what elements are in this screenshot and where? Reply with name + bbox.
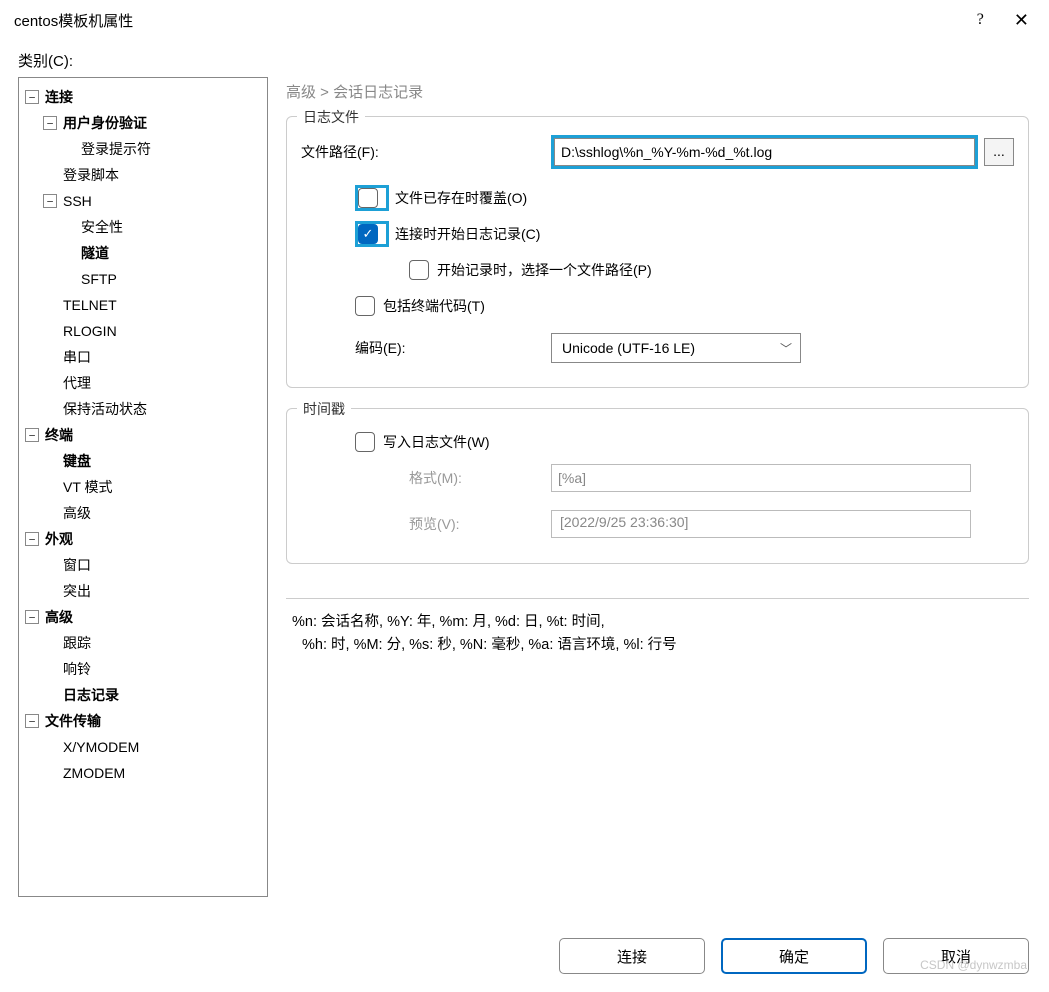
placeholder-line2: %h: 时, %M: 分, %s: 秒, %N: 毫秒, %a: 语言环境, %…	[292, 634, 1029, 657]
close-icon[interactable]: ✕	[1006, 10, 1037, 31]
minus-icon[interactable]: −	[43, 116, 57, 130]
path-input[interactable]	[554, 138, 975, 166]
connect-button[interactable]: 连接	[559, 938, 705, 974]
chevron-down-icon: ﹀	[780, 340, 792, 357]
format-label: 格式(M):	[409, 468, 551, 488]
tree-keyboard[interactable]: 键盘	[43, 448, 265, 474]
write-timestamp-checkbox[interactable]	[355, 432, 375, 452]
tree-rlogin[interactable]: RLOGIN	[43, 318, 265, 344]
minus-icon[interactable]: −	[43, 194, 57, 208]
tree-file-transfer[interactable]: −文件传输	[25, 708, 265, 734]
overwrite-checkbox[interactable]	[358, 188, 378, 208]
ask-path-checkbox[interactable]	[409, 260, 429, 280]
minus-icon[interactable]: −	[25, 714, 39, 728]
help-icon[interactable]: ?	[969, 11, 992, 29]
tree-login-script[interactable]: 登录脚本	[43, 162, 265, 188]
tree-connection[interactable]: −连接	[25, 84, 265, 110]
ask-path-label: 开始记录时，选择一个文件路径(P)	[437, 260, 652, 280]
format-input	[551, 464, 971, 492]
encoding-label: 编码(E):	[355, 338, 551, 358]
timestamp-title: 时间戳	[297, 399, 351, 419]
start-on-connect-label: 连接时开始日志记录(C)	[395, 224, 540, 244]
window-title: centos模板机属性	[14, 10, 133, 31]
tree-tunnel[interactable]: 隧道	[61, 240, 265, 266]
tree-window[interactable]: 窗口	[43, 552, 265, 578]
category-tree[interactable]: −连接 −用户身份验证 登录提示符 登录脚本 −SSH	[18, 77, 268, 897]
category-label: 类别(C):	[18, 50, 1029, 71]
browse-button[interactable]: ...	[984, 138, 1014, 166]
breadcrumb: 高级 > 会话日志记录	[286, 81, 1029, 102]
tree-login-prompt[interactable]: 登录提示符	[61, 136, 265, 162]
minus-icon[interactable]: −	[25, 532, 39, 546]
encoding-select[interactable]: Unicode (UTF-16 LE) ﹀	[551, 333, 801, 363]
tree-trace[interactable]: 跟踪	[43, 630, 265, 656]
minus-icon[interactable]: −	[25, 428, 39, 442]
tree-highlight[interactable]: 突出	[43, 578, 265, 604]
tree-proxy[interactable]: 代理	[43, 370, 265, 396]
minus-icon[interactable]: −	[25, 90, 39, 104]
include-codes-label: 包括终端代码(T)	[383, 296, 485, 316]
check-icon: ✓	[363, 226, 374, 242]
tree-adv-term[interactable]: 高级	[43, 500, 265, 526]
tree-security[interactable]: 安全性	[61, 214, 265, 240]
logfile-title: 日志文件	[297, 107, 365, 127]
tree-appearance[interactable]: −外观	[25, 526, 265, 552]
placeholder-help: %n: 会话名称, %Y: 年, %m: 月, %d: 日, %t: 时间, %…	[286, 611, 1029, 657]
tree-vt-mode[interactable]: VT 模式	[43, 474, 265, 500]
titlebar-controls: ? ✕	[969, 10, 1037, 31]
tree-ssh[interactable]: −SSH	[43, 188, 265, 214]
write-timestamp-label: 写入日志文件(W)	[383, 432, 490, 452]
timestamp-section: 时间戳 写入日志文件(W) 格式(M): 预览(V): [2022/9/25 2…	[286, 408, 1029, 564]
tree-xymodem[interactable]: X/YMODEM	[43, 734, 265, 760]
encoding-value: Unicode (UTF-16 LE)	[562, 340, 695, 356]
tree-bell[interactable]: 响铃	[43, 656, 265, 682]
overwrite-label: 文件已存在时覆盖(O)	[395, 188, 527, 208]
tree-telnet[interactable]: TELNET	[43, 292, 265, 318]
path-label: 文件路径(F):	[301, 142, 551, 162]
tree-serial[interactable]: 串口	[43, 344, 265, 370]
tree-keepalive[interactable]: 保持活动状态	[43, 396, 265, 422]
logfile-section: 日志文件 文件路径(F): ... 文件已存在时覆盖(O) ✓ 连接时开始日志记…	[286, 116, 1029, 388]
titlebar: centos模板机属性 ? ✕	[0, 0, 1049, 40]
start-on-connect-checkbox[interactable]: ✓	[358, 224, 378, 244]
tree-advanced[interactable]: −高级	[25, 604, 265, 630]
tree-sftp[interactable]: SFTP	[61, 266, 265, 292]
tree-user-auth[interactable]: −用户身份验证	[43, 110, 265, 136]
cancel-button[interactable]: 取消	[883, 938, 1029, 974]
preview-label: 预览(V):	[409, 514, 551, 534]
minus-icon[interactable]: −	[25, 610, 39, 624]
dialog-footer: 连接 确定 取消	[559, 938, 1029, 974]
tree-zmodem[interactable]: ZMODEM	[43, 760, 265, 786]
tree-logging[interactable]: 日志记录	[43, 682, 265, 708]
tree-terminal[interactable]: −终端	[25, 422, 265, 448]
ok-button[interactable]: 确定	[721, 938, 867, 974]
preview-value: [2022/9/25 23:36:30]	[551, 510, 971, 538]
divider	[286, 598, 1029, 599]
include-codes-checkbox[interactable]	[355, 296, 375, 316]
placeholder-line1: %n: 会话名称, %Y: 年, %m: 月, %d: 日, %t: 时间,	[292, 611, 1029, 634]
